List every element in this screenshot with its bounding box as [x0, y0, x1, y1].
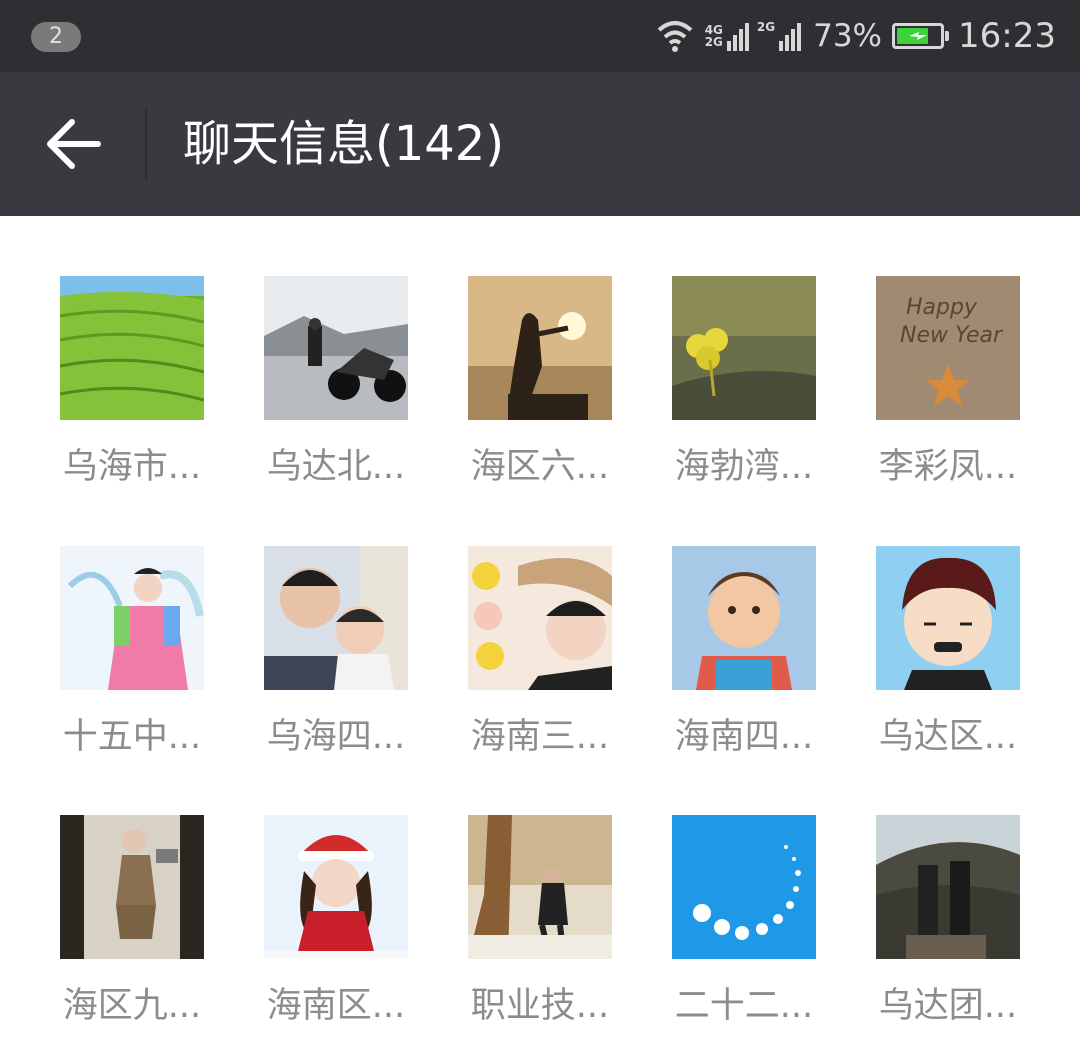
avatar[interactable] [468, 546, 612, 690]
network-type-sub-label: 2G [704, 35, 723, 49]
page-title: 聊天信息(142) [183, 116, 505, 172]
signal-icon: 4G 2G [705, 21, 749, 51]
avatar[interactable] [672, 276, 816, 420]
member-item[interactable]: 海区九... [32, 815, 232, 1055]
battery-percent: 73% [813, 18, 883, 54]
avatar[interactable] [264, 546, 408, 690]
avatar[interactable] [672, 815, 816, 959]
member-item[interactable]: 乌海四... [236, 546, 436, 786]
notification-count-badge: 2 [31, 22, 81, 52]
member-item[interactable]: 乌海市... [32, 276, 232, 516]
member-name: 海区九... [62, 986, 202, 1026]
member-item[interactable]: 海区六... [440, 276, 640, 516]
network-type-secondary-label: 2G [756, 20, 776, 34]
member-name: 海南区... [266, 986, 406, 1026]
wifi-icon [657, 21, 693, 52]
battery-icon [892, 23, 950, 49]
arrow-left-icon [47, 119, 101, 169]
member-name: 乌海市... [62, 447, 202, 487]
avatar[interactable] [264, 815, 408, 959]
member-name: 海南四... [674, 717, 814, 757]
member-name: 职业技... [470, 986, 610, 1026]
avatar[interactable] [60, 546, 204, 690]
avatar[interactable]: Happy New Year [876, 276, 1020, 420]
app-bar: 聊天信息(142) [0, 72, 1080, 216]
member-item[interactable]: Happy New Year 李彩凤... [848, 276, 1048, 516]
member-item[interactable]: 海南四... [644, 546, 844, 786]
avatar[interactable] [264, 276, 408, 420]
member-name: 海南三... [470, 717, 610, 757]
member-item[interactable]: 海南三... [440, 546, 640, 786]
avatar[interactable] [60, 815, 204, 959]
member-name: 海区六... [470, 447, 610, 487]
svg-text:Happy: Happy [906, 295, 978, 320]
status-bar: 2 4G 2G 2G 73% 16:23 [0, 0, 1080, 72]
member-item[interactable]: 乌达区... [848, 546, 1048, 786]
member-name: 乌达团... [878, 986, 1018, 1026]
member-name: 乌海四... [266, 717, 406, 757]
member-name: 十五中... [62, 717, 202, 757]
avatar[interactable] [672, 546, 816, 690]
back-button[interactable] [40, 108, 112, 180]
avatar[interactable] [468, 815, 612, 959]
avatar[interactable] [876, 546, 1020, 690]
avatar[interactable] [876, 815, 1020, 959]
member-name: 乌达区... [878, 717, 1018, 757]
member-name: 乌达北... [266, 447, 406, 487]
member-item[interactable]: 海南区... [236, 815, 436, 1055]
member-name: 海勃湾... [674, 447, 814, 487]
member-item[interactable]: 二十二... [644, 815, 844, 1055]
app-bar-divider [145, 108, 147, 180]
svg-text:New Year: New Year [900, 323, 1004, 348]
avatar[interactable] [468, 276, 612, 420]
avatar[interactable] [60, 276, 204, 420]
member-item[interactable]: 职业技... [440, 815, 640, 1055]
member-item[interactable]: 海勃湾... [644, 276, 844, 516]
charging-bolt-icon [909, 32, 928, 40]
signal-icon-secondary: 2G [756, 20, 802, 51]
member-name: 二十二... [674, 986, 814, 1026]
clock: 16:23 [958, 16, 1056, 56]
member-item[interactable]: 乌达团... [848, 815, 1048, 1055]
member-item[interactable]: 十五中... [32, 546, 232, 786]
member-item[interactable]: 乌达北... [236, 276, 436, 516]
member-name: 李彩凤... [878, 447, 1018, 487]
